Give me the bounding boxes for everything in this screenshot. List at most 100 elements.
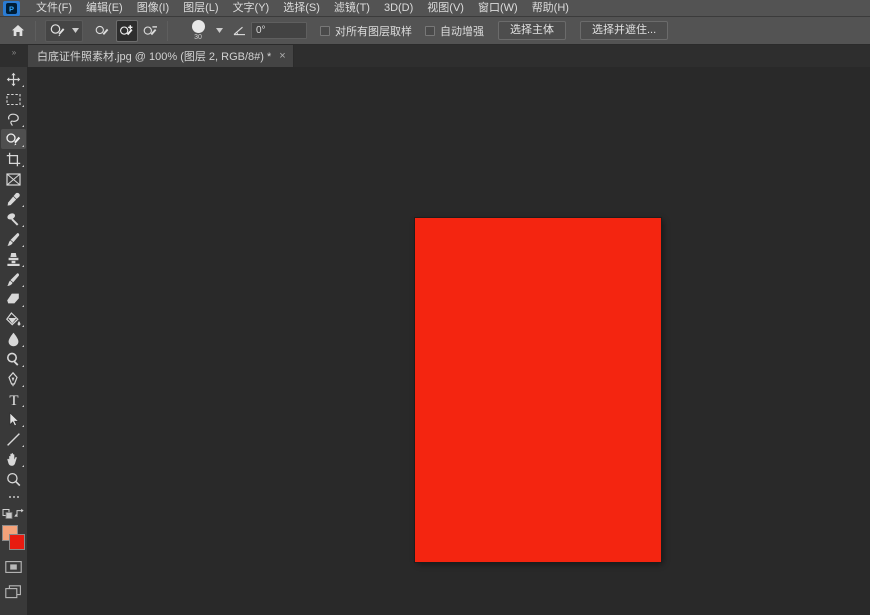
edit-toolbar-button[interactable]: [1, 489, 26, 505]
menu-select[interactable]: 选择(S): [276, 0, 327, 17]
menu-3d[interactable]: 3D(D): [377, 0, 420, 17]
select-subject-button[interactable]: 选择主体: [498, 21, 566, 40]
lasso-tool[interactable]: [1, 109, 26, 129]
selection-mode-group: [92, 19, 162, 42]
tools-panel: T: [0, 67, 27, 615]
quick-selection-tool[interactable]: [1, 129, 26, 149]
menu-edit[interactable]: 编辑(E): [79, 0, 130, 17]
dodge-tool[interactable]: [1, 349, 26, 369]
dodge-icon: [7, 352, 19, 366]
swap-arrows-icon: [14, 508, 24, 517]
menu-filter[interactable]: 滤镜(T): [327, 0, 377, 17]
sample-all-layers-label: 对所有图层取样: [335, 25, 412, 38]
options-separator-1: [35, 20, 36, 41]
healing-brush-icon: [7, 212, 19, 226]
brush-size-value: 30: [194, 33, 202, 41]
clone-stamp-tool[interactable]: [1, 249, 26, 269]
rectangular-marquee-tool[interactable]: [1, 89, 26, 109]
pen-tool[interactable]: [1, 369, 26, 389]
collapse-panel-icon[interactable]: »: [0, 45, 28, 67]
pen-icon: [8, 371, 18, 386]
eyedropper-icon: [7, 192, 20, 206]
color-swatches[interactable]: [1, 525, 26, 553]
svg-text:T: T: [9, 393, 18, 407]
new-selection-mode[interactable]: [92, 20, 114, 42]
options-bar: 30 0° 对所有图层取样 自动增强 选择主体 选择并遮住...: [0, 17, 870, 45]
lasso-icon: [8, 113, 19, 126]
close-icon[interactable]: ×: [279, 50, 285, 62]
tool-submenu-indicator: [22, 345, 24, 347]
tool-submenu-indicator: [22, 165, 24, 167]
document-canvas[interactable]: [415, 218, 661, 562]
background-color-swatch[interactable]: [9, 534, 25, 550]
quick-selection-tool-icon: [50, 24, 65, 37]
move-icon: [6, 72, 21, 86]
frame-tool[interactable]: [1, 169, 26, 189]
history-brush-tool[interactable]: [1, 269, 26, 289]
add-to-selection-mode[interactable]: [116, 19, 138, 42]
blur-tool[interactable]: [1, 329, 26, 349]
angle-icon: [233, 26, 245, 36]
document-tab[interactable]: 白底证件照素材.jpg @ 100% (图层 2, RGB/8#) * ×: [28, 45, 294, 67]
screen-mode-button[interactable]: [1, 581, 26, 603]
brush-tool[interactable]: [1, 229, 26, 249]
brush-chevron-down-icon[interactable]: [216, 28, 223, 33]
quick-mask-button[interactable]: [1, 556, 26, 578]
screen-mode-icon: [5, 584, 21, 598]
brush-size-picker[interactable]: 30: [185, 19, 211, 43]
home-icon[interactable]: [6, 20, 30, 42]
quick-selection-subtract-icon: [143, 25, 157, 35]
spot-healing-brush-tool[interactable]: [1, 209, 26, 229]
subtract-from-selection-mode[interactable]: [140, 20, 162, 42]
quick-selection-icon: [5, 132, 20, 145]
canvas-workspace[interactable]: [27, 67, 870, 615]
options-separator-2: [167, 20, 168, 41]
tool-submenu-indicator: [22, 205, 24, 207]
zoom-tool[interactable]: [1, 469, 26, 489]
angle-input[interactable]: 0°: [251, 22, 307, 39]
line-tool[interactable]: [1, 429, 26, 449]
menu-view[interactable]: 视图(V): [420, 0, 471, 17]
menu-window[interactable]: 窗口(W): [471, 0, 525, 17]
active-tool-preview[interactable]: [45, 19, 83, 42]
sample-all-layers-checkbox[interactable]: 对所有图层取样: [320, 23, 412, 39]
tool-submenu-indicator: [22, 425, 24, 427]
photoshop-window: P 文件(F) 编辑(E) 图像(I) 图层(L) 文字(Y) 选择(S) 滤镜…: [0, 0, 870, 615]
gradient-tool[interactable]: [1, 309, 26, 329]
eraser-tool[interactable]: [1, 289, 26, 309]
document-tab-bar: » 白底证件照素材.jpg @ 100% (图层 2, RGB/8#) * ×: [0, 45, 870, 67]
default-colors-icon: [2, 509, 13, 519]
brush-preview-icon: [191, 19, 205, 33]
checkbox-box: [320, 25, 330, 36]
move-tool[interactable]: [1, 69, 26, 89]
tool-submenu-indicator: [22, 285, 24, 287]
menu-help[interactable]: 帮助(H): [525, 0, 576, 17]
chevron-down-icon: [72, 28, 79, 33]
angle-control: 0°: [233, 22, 307, 39]
path-selection-tool[interactable]: [1, 409, 26, 429]
tool-submenu-indicator: [22, 145, 24, 147]
auto-enhance-label: 自动增强: [440, 25, 484, 38]
tool-submenu-indicator: [22, 125, 24, 127]
crop-tool[interactable]: [1, 149, 26, 169]
tool-submenu-indicator: [22, 365, 24, 367]
select-and-mask-button[interactable]: 选择并遮住...: [580, 21, 669, 40]
photoshop-logo-icon[interactable]: P: [3, 0, 20, 16]
type-tool[interactable]: T: [1, 389, 26, 409]
tool-submenu-indicator: [22, 105, 24, 107]
menu-image[interactable]: 图像(I): [130, 0, 176, 17]
brush-icon: [7, 232, 20, 246]
blur-droplet-icon: [8, 332, 19, 346]
tool-submenu-indicator: [22, 225, 24, 227]
menu-layer[interactable]: 图层(L): [176, 0, 225, 17]
crop-icon: [6, 152, 21, 166]
eyedropper-tool[interactable]: [1, 189, 26, 209]
menu-type[interactable]: 文字(Y): [226, 0, 277, 17]
gradient-bucket-icon: [6, 311, 21, 325]
menu-file[interactable]: 文件(F): [29, 0, 79, 17]
hand-tool[interactable]: [1, 449, 26, 469]
auto-enhance-checkbox[interactable]: 自动增强: [425, 23, 484, 39]
tool-submenu-indicator: [22, 85, 24, 87]
quick-selection-add-icon: [120, 24, 133, 35]
document-tab-title: 白底证件照素材.jpg @ 100% (图层 2, RGB/8#) *: [37, 51, 272, 63]
